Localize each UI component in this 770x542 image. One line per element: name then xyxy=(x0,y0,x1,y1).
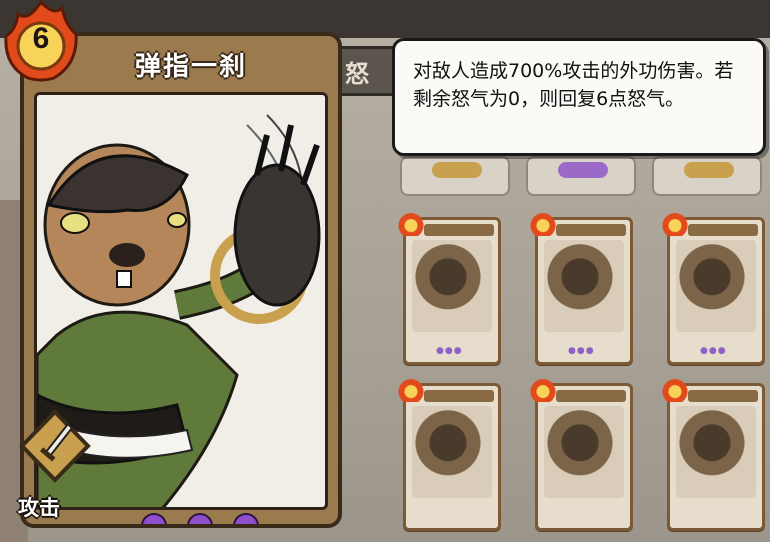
collection-card[interactable] xyxy=(530,376,633,531)
filter-tab-2[interactable] xyxy=(526,156,636,196)
card-description-tooltip: 对敌人造成700%攻击的外功伤害。若剩余怒气为0，则回复6点怒气。 xyxy=(392,38,766,156)
section-header-label: 怒 xyxy=(345,59,371,88)
tab-icon xyxy=(558,162,608,178)
filter-tabs xyxy=(400,156,770,200)
card-type-badge xyxy=(16,408,94,498)
flame-icon xyxy=(398,376,424,402)
card-title-bar xyxy=(688,224,758,236)
card-title-bar xyxy=(556,224,626,236)
flame-icon xyxy=(662,210,688,236)
card-art xyxy=(412,240,492,332)
card-art xyxy=(544,406,624,498)
energy-dots: ●●● xyxy=(436,346,463,356)
card-art xyxy=(676,240,756,332)
flame-icon xyxy=(662,376,688,402)
card-title-bar xyxy=(556,390,626,402)
energy-dots: ●●● xyxy=(568,346,595,356)
purple-comma-icon xyxy=(141,513,167,524)
collection-card[interactable]: ●●● xyxy=(530,210,633,365)
sword-icon xyxy=(19,409,91,483)
card-type-label: 攻击 xyxy=(18,496,60,520)
card-title: 弹指一刹 xyxy=(134,51,247,82)
cost-value: 6 xyxy=(32,22,50,55)
card-title-bar: 弹指一刹 xyxy=(64,42,318,86)
purple-comma-icon xyxy=(187,513,213,524)
collection-card[interactable]: ●●● xyxy=(662,210,765,365)
flame-icon xyxy=(398,210,424,236)
cost-badge: 6 xyxy=(2,0,80,82)
card-art xyxy=(544,240,624,332)
collection-card[interactable] xyxy=(398,376,501,531)
card-description: 对敌人造成700%攻击的外功伤害。若剩余怒气为0，则回复6点怒气。 xyxy=(413,60,734,110)
filter-tab-1[interactable] xyxy=(400,156,510,196)
collection-card[interactable] xyxy=(662,376,765,531)
card-art xyxy=(412,406,492,498)
energy-dots: ●●● xyxy=(700,346,727,356)
card-art xyxy=(676,406,756,498)
card-collection-grid: ●●● ●●● ●●● xyxy=(395,205,770,542)
tab-icon xyxy=(684,162,734,178)
card-title-bar xyxy=(424,224,494,236)
filter-tab-3[interactable] xyxy=(652,156,762,196)
tab-icon xyxy=(432,162,482,178)
collection-card[interactable]: ●●● xyxy=(398,210,501,365)
card-title-bar xyxy=(688,390,758,402)
purple-comma-icon xyxy=(233,513,259,524)
flame-icon xyxy=(530,210,556,236)
card-title-bar xyxy=(424,390,494,402)
flame-icon xyxy=(530,376,556,402)
